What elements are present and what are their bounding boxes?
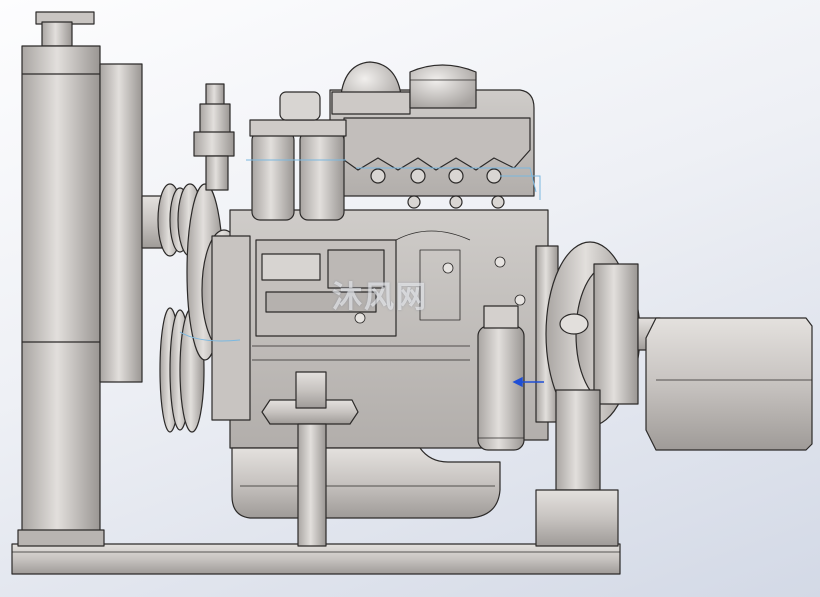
- oil-filler-cap: [409, 64, 477, 109]
- thermostat-housing: [193, 83, 235, 191]
- oil-pan: [231, 447, 501, 519]
- oil-filter: [477, 305, 525, 451]
- intake-manifold: [343, 117, 531, 171]
- engine-drawing: [11, 11, 813, 575]
- timing-cover: [211, 235, 251, 421]
- output-shaft: [637, 317, 813, 451]
- base-rail: [11, 543, 621, 575]
- radiator-assembly: [17, 11, 163, 547]
- cad-viewport[interactable]: 沐风网: [0, 0, 820, 597]
